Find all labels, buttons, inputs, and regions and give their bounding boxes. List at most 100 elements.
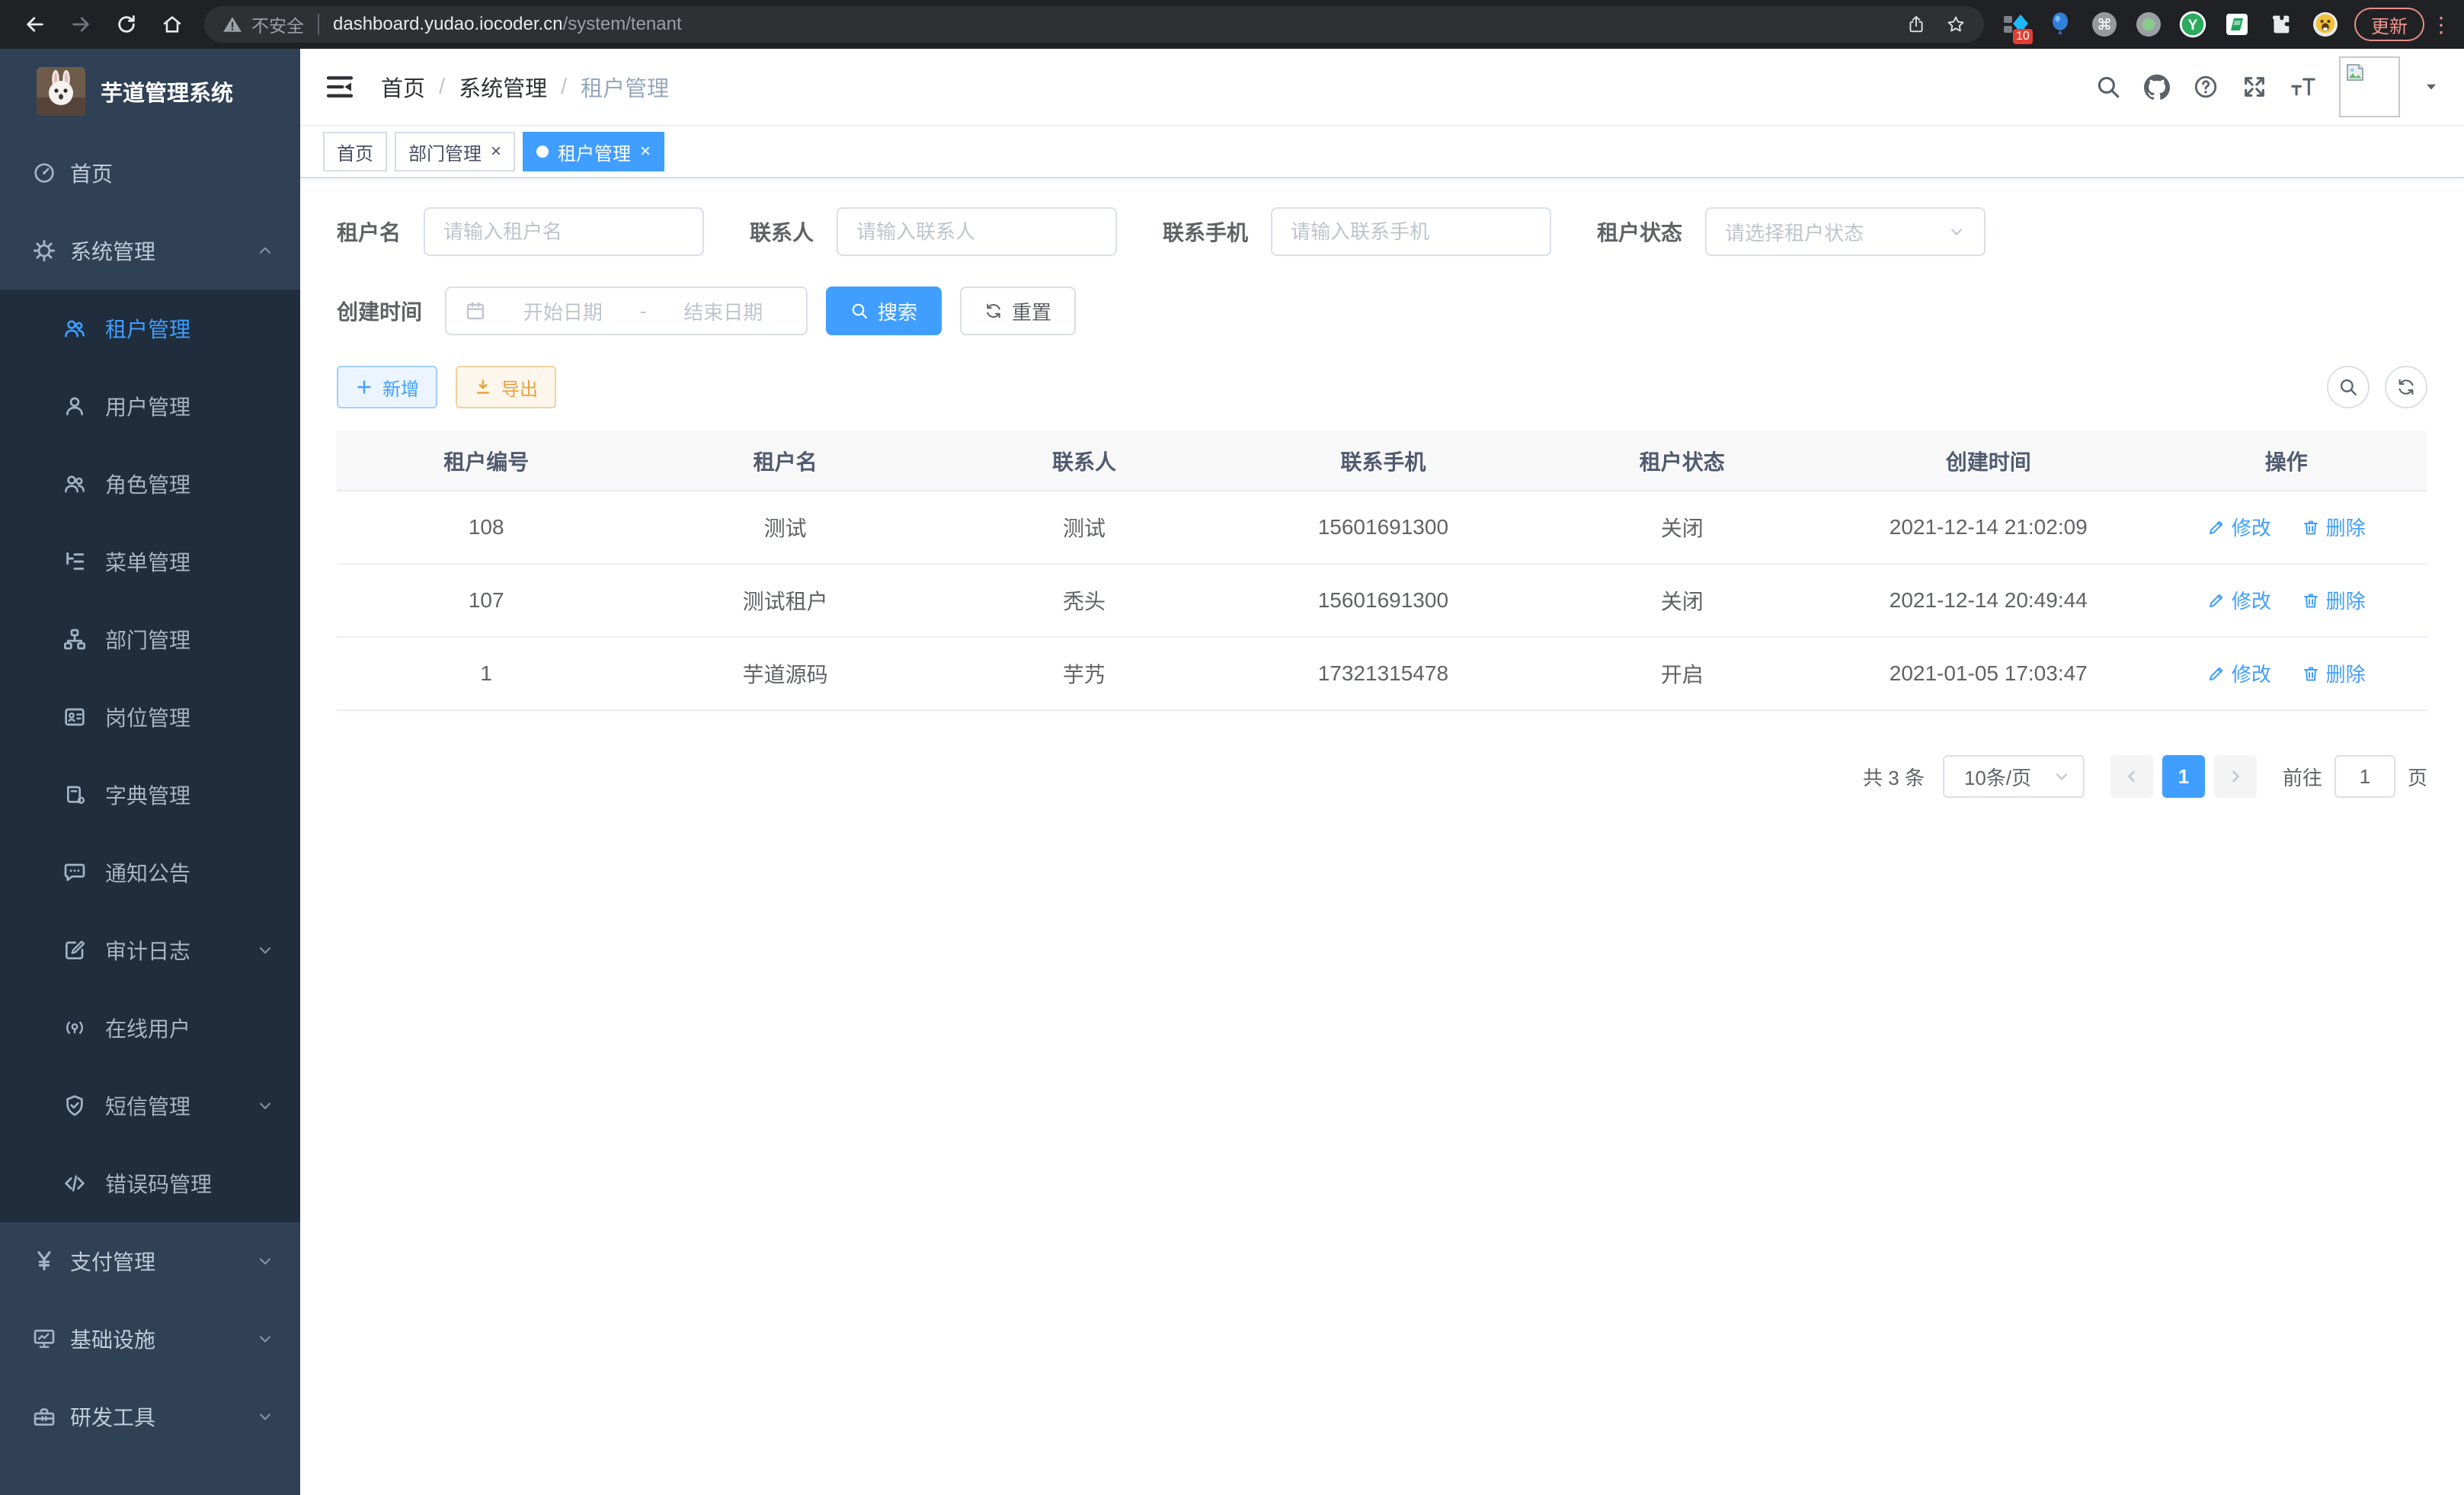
export-button[interactable]: 导出 xyxy=(456,366,556,408)
extension-emoji-icon[interactable] xyxy=(2312,11,2339,38)
table-row: 107 测试租户 秃头 15601691300 关闭 2021-12-14 20… xyxy=(337,564,2427,637)
edit-link[interactable]: 修改 xyxy=(2207,513,2271,541)
delete-link[interactable]: 删除 xyxy=(2302,513,2366,541)
chevron-down-icon xyxy=(256,1407,274,1426)
next-page-button[interactable] xyxy=(2214,755,2257,798)
extension-yuque-icon[interactable]: Y xyxy=(2179,11,2206,38)
sidebar-item-tenant[interactable]: 租户管理 xyxy=(0,290,300,367)
tab-home[interactable]: 首页 xyxy=(323,132,387,171)
breadcrumb: 首页 / 系统管理 / 租户管理 xyxy=(381,71,669,103)
extension-flag-icon[interactable] xyxy=(2223,11,2251,38)
help-icon[interactable] xyxy=(2193,74,2219,100)
total-count: 共 3 条 xyxy=(1863,763,1925,791)
browser-back-button[interactable] xyxy=(17,6,53,43)
extension-balloon-icon[interactable] xyxy=(2046,11,2074,38)
delete-link[interactable]: 删除 xyxy=(2302,659,2366,687)
pencil-icon xyxy=(2207,518,2226,536)
sidebar: 芋道管理系统 首页 系统管理 租户管理 用户管理 角色管理 菜单管理 部 xyxy=(0,49,300,1495)
edit-link[interactable]: 修改 xyxy=(2207,659,2271,687)
refresh-icon xyxy=(984,302,1003,320)
breadcrumb-home[interactable]: 首页 xyxy=(381,71,425,103)
address-bar[interactable]: 不安全 dashboard.yudao.iocoder.cn/system/te… xyxy=(204,6,1984,43)
contact-label: 联系人 xyxy=(750,216,814,247)
sidebar-item-dict[interactable]: 字典管理 xyxy=(0,756,300,834)
page-number-button[interactable]: 1 xyxy=(2162,755,2205,798)
tab-dept[interactable]: 部门管理 × xyxy=(395,132,515,171)
tabs-bar: 首页 部门管理 × 租户管理 × xyxy=(300,125,2464,178)
tab-tenant[interactable]: 租户管理 × xyxy=(523,132,664,171)
broken-image-icon xyxy=(2344,61,2366,84)
search-button[interactable]: 搜索 xyxy=(826,287,942,335)
refresh-table-button[interactable] xyxy=(2385,366,2427,408)
edit-link[interactable]: 修改 xyxy=(2207,586,2271,614)
not-secure-icon xyxy=(222,14,242,34)
delete-link[interactable]: 删除 xyxy=(2302,586,2366,614)
avatar-caret-icon[interactable] xyxy=(2423,78,2440,95)
sidebar-item-home[interactable]: 首页 xyxy=(0,134,300,212)
sidebar-item-system[interactable]: 系统管理 xyxy=(0,212,300,290)
table-row: 1 芋道源码 芋艿 17321315478 开启 2021-01-05 17:0… xyxy=(337,637,2427,710)
mobile-label: 联系手机 xyxy=(1163,216,1248,247)
mobile-input[interactable] xyxy=(1271,207,1551,256)
extensions-puzzle-icon[interactable] xyxy=(2267,11,2295,38)
download-icon xyxy=(474,378,492,396)
close-icon[interactable]: × xyxy=(491,142,501,161)
reset-button[interactable]: 重置 xyxy=(960,287,1076,335)
sidebar-item-online-user[interactable]: 在线用户 xyxy=(0,989,300,1067)
sidebar-item-user[interactable]: 用户管理 xyxy=(0,367,300,445)
extension-tab-manager-icon[interactable]: 10 xyxy=(2002,11,2030,38)
show-search-button[interactable] xyxy=(2327,366,2370,408)
not-secure-label: 不安全 xyxy=(251,11,304,37)
fullscreen-icon[interactable] xyxy=(2242,74,2267,100)
calendar-icon xyxy=(465,300,486,322)
edit-note-icon xyxy=(62,938,87,962)
browser-update-button[interactable]: 更新 xyxy=(2354,8,2424,41)
chevron-down-icon xyxy=(256,941,274,959)
sidebar-item-sms[interactable]: 短信管理 xyxy=(0,1067,300,1144)
sidebar-item-dept[interactable]: 部门管理 xyxy=(0,600,300,678)
sidebar-item-post[interactable]: 岗位管理 xyxy=(0,678,300,756)
header-search-icon[interactable] xyxy=(2095,74,2121,100)
sidebar-item-menu[interactable]: 菜单管理 xyxy=(0,523,300,600)
browser-reload-button[interactable] xyxy=(108,6,145,43)
page-unit-label: 页 xyxy=(2408,763,2427,791)
close-icon[interactable]: × xyxy=(640,142,651,161)
goto-page-input[interactable] xyxy=(2334,755,2395,798)
browser-forward-button[interactable] xyxy=(62,6,99,43)
dictionary-icon xyxy=(62,783,87,807)
share-icon[interactable] xyxy=(1906,14,1926,34)
pencil-icon xyxy=(2207,591,2226,610)
create-time-label: 创建时间 xyxy=(337,296,422,326)
extension-recorder-icon[interactable] xyxy=(2135,11,2162,38)
sidebar-item-dev-tools[interactable]: 研发工具 xyxy=(0,1378,300,1455)
sidebar-item-infrastructure[interactable]: 基础设施 xyxy=(0,1300,300,1378)
extension-command-icon[interactable]: ⌘ xyxy=(2091,11,2118,38)
roles-icon xyxy=(62,472,87,496)
omnibox-divider xyxy=(318,14,319,35)
github-icon[interactable] xyxy=(2144,74,2170,100)
sidebar-item-role[interactable]: 角色管理 xyxy=(0,445,300,523)
breadcrumb-system[interactable]: 系统管理 xyxy=(459,71,547,103)
sidebar-item-notice[interactable]: 通知公告 xyxy=(0,834,300,911)
browser-menu-icon[interactable]: ⋮ xyxy=(2430,12,2452,37)
status-text: 开启 xyxy=(1533,637,1832,710)
col-actions: 操作 xyxy=(2146,431,2427,491)
page-size-select[interactable]: 10条/页 xyxy=(1943,755,2085,798)
contact-input[interactable] xyxy=(837,207,1117,256)
avatar[interactable] xyxy=(2339,56,2400,117)
date-range-input[interactable]: 开始日期 - 结束日期 xyxy=(445,287,808,335)
status-select[interactable]: 请选择租户状态 xyxy=(1705,207,1986,256)
date-start-placeholder: 开始日期 xyxy=(498,297,628,325)
bookmark-star-icon[interactable] xyxy=(1946,14,1966,34)
sidebar-item-audit-log[interactable]: 审计日志 xyxy=(0,911,300,989)
browser-home-button[interactable] xyxy=(154,6,190,43)
monitor-icon xyxy=(32,1327,56,1351)
tenant-name-input[interactable] xyxy=(424,207,704,256)
collapse-sidebar-icon[interactable] xyxy=(325,72,355,102)
prev-page-button[interactable] xyxy=(2110,755,2153,798)
sidebar-item-error-code[interactable]: 错误码管理 xyxy=(0,1144,300,1222)
app-header: 首页 / 系统管理 / 租户管理 xyxy=(300,49,2464,125)
sidebar-item-payment[interactable]: 支付管理 xyxy=(0,1222,300,1300)
add-button[interactable]: 新增 xyxy=(337,366,437,408)
font-size-icon[interactable] xyxy=(2290,74,2316,100)
